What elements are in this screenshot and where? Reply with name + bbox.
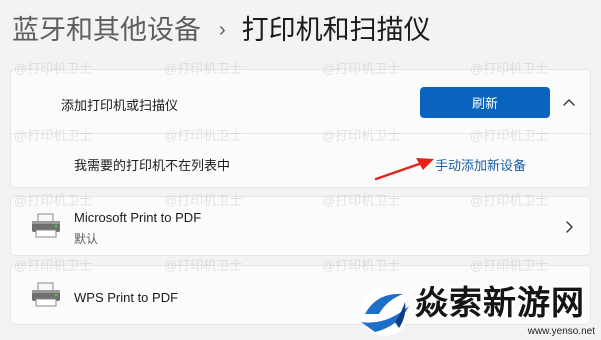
printer-status: 默认 — [74, 232, 99, 246]
breadcrumb: 蓝牙和其他设备 › 打印机和扫描仪 — [12, 10, 431, 50]
breadcrumb-parent[interactable]: 蓝牙和其他设备 — [12, 10, 201, 50]
printer-name: WPS Print to PDF — [74, 290, 179, 305]
printer-icon — [32, 282, 60, 307]
add-printer-header[interactable]: 添加打印机或扫描仪 刷新 — [11, 70, 590, 134]
breadcrumb-separator-icon: › — [219, 19, 226, 41]
printer-icon — [32, 213, 60, 238]
page-title: 打印机和扫描仪 — [241, 15, 431, 45]
missing-printer-text: 我需要的打印机不在列表中 — [74, 158, 231, 173]
site-logo-icon — [361, 288, 409, 336]
chevron-right-icon[interactable] — [564, 220, 574, 234]
printer-item[interactable]: Microsoft Print to PDF 默认 — [10, 196, 591, 256]
refresh-button[interactable]: 刷新 — [420, 87, 550, 118]
chevron-up-icon[interactable] — [562, 95, 576, 109]
site-logo-url: www.yenso.net — [527, 326, 595, 337]
printer-name: Microsoft Print to PDF — [74, 210, 202, 225]
site-logo: 焱索新游网 www.yenso.net — [355, 270, 601, 340]
site-logo-text: 焱索新游网 — [415, 283, 585, 322]
add-printer-title: 添加打印机或扫描仪 — [61, 98, 179, 113]
add-printer-card: 添加打印机或扫描仪 刷新 我需要的打印机不在列表中 手动添加新设备 — [10, 69, 591, 188]
manual-add-link[interactable]: 手动添加新设备 — [435, 155, 526, 174]
red-arrow-icon — [374, 158, 434, 181]
